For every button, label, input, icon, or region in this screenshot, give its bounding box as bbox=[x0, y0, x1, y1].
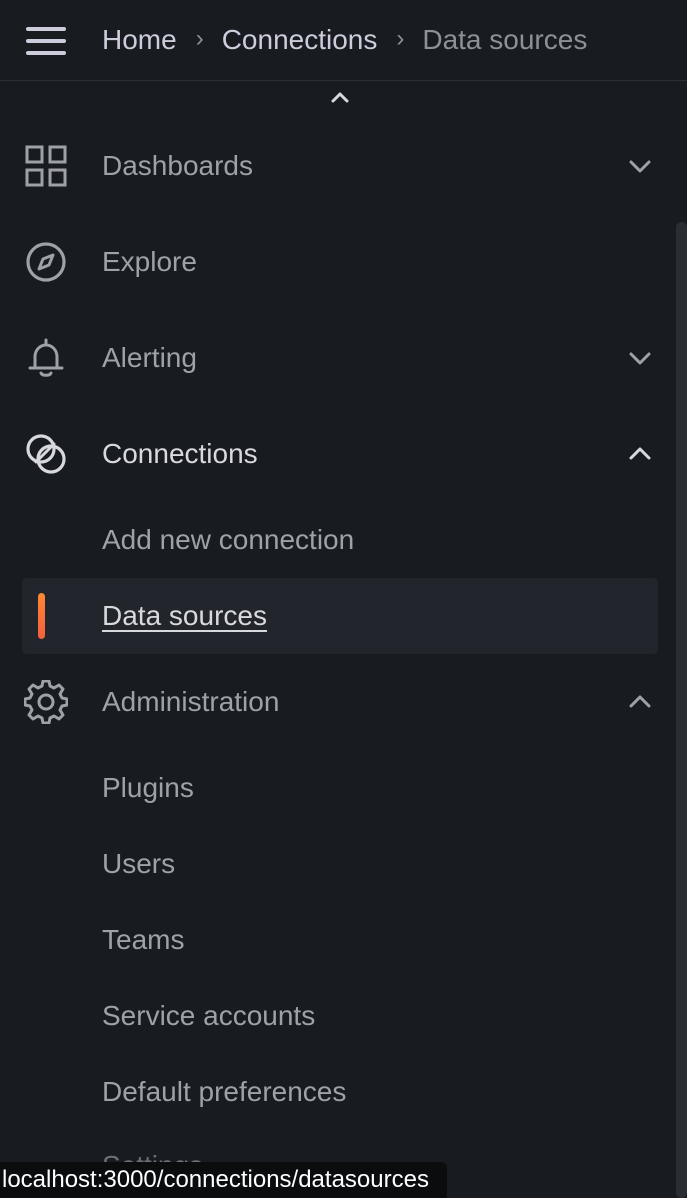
active-indicator bbox=[38, 593, 45, 639]
chevron-up-icon[interactable] bbox=[626, 688, 654, 716]
cog-icon bbox=[22, 678, 70, 726]
chevron-up-icon[interactable] bbox=[626, 440, 654, 468]
breadcrumb-separator-icon: › bbox=[396, 25, 405, 52]
nav-subitem-default-preferences[interactable]: Default preferences bbox=[22, 1054, 658, 1130]
breadcrumb: Home › Connections › Data sources bbox=[102, 22, 587, 58]
nav-item-administration[interactable]: Administration bbox=[0, 662, 672, 742]
bell-icon bbox=[22, 334, 70, 382]
nav-label-explore: Explore bbox=[102, 246, 197, 277]
chevron-down-icon[interactable] bbox=[626, 152, 654, 180]
breadcrumb-current: Data sources bbox=[422, 24, 588, 55]
nav-label-dashboards: Dashboards bbox=[102, 150, 253, 181]
nav-sublabel: Service accounts bbox=[102, 1000, 316, 1031]
nav-sublabel: Data sources bbox=[102, 600, 267, 631]
nav-sublabel: Plugins bbox=[102, 772, 194, 803]
nav-item-connections[interactable]: Connections bbox=[0, 414, 672, 494]
nav-sublabel: Users bbox=[102, 848, 176, 879]
chevron-down-icon[interactable] bbox=[626, 344, 654, 372]
nav-subitem-teams[interactable]: Teams bbox=[22, 902, 658, 978]
nav-subitem-service-accounts[interactable]: Service accounts bbox=[22, 978, 658, 1054]
scrollbar[interactable] bbox=[676, 222, 687, 1198]
breadcrumb-separator-icon: › bbox=[195, 25, 204, 52]
nav-subitem-data-sources[interactable]: Data sources bbox=[22, 578, 658, 654]
scroll-up-chevron-icon[interactable] bbox=[328, 86, 352, 110]
nav-subitem-add-new-connection[interactable]: Add new connection bbox=[22, 502, 658, 578]
apps-grid-icon bbox=[22, 142, 70, 190]
top-bar: Home › Connections › Data sources bbox=[0, 0, 687, 81]
nav-sublabel: Add new connection bbox=[102, 524, 355, 555]
nav-label-alerting: Alerting bbox=[102, 342, 197, 373]
nav-subitem-users[interactable]: Users bbox=[22, 826, 658, 902]
nav-subitem-plugins[interactable]: Plugins bbox=[22, 750, 658, 826]
nav-sublabel: Default preferences bbox=[102, 1076, 347, 1107]
link-rings-icon bbox=[22, 430, 70, 478]
hamburger-menu-icon[interactable] bbox=[26, 27, 66, 55]
compass-icon bbox=[22, 238, 70, 286]
nav-item-dashboards[interactable]: Dashboards bbox=[0, 126, 672, 206]
nav-item-alerting[interactable]: Alerting bbox=[0, 318, 672, 398]
nav-item-explore[interactable]: Explore bbox=[0, 222, 672, 302]
breadcrumb-home[interactable]: Home bbox=[102, 24, 177, 56]
breadcrumb-connections[interactable]: Connections bbox=[222, 24, 378, 56]
nav-label-administration: Administration bbox=[102, 686, 280, 717]
nav-label-connections: Connections bbox=[102, 438, 258, 469]
nav-sublabel: Teams bbox=[102, 924, 185, 955]
browser-status-url: localhost:3000/connections/datasources bbox=[0, 1162, 447, 1198]
